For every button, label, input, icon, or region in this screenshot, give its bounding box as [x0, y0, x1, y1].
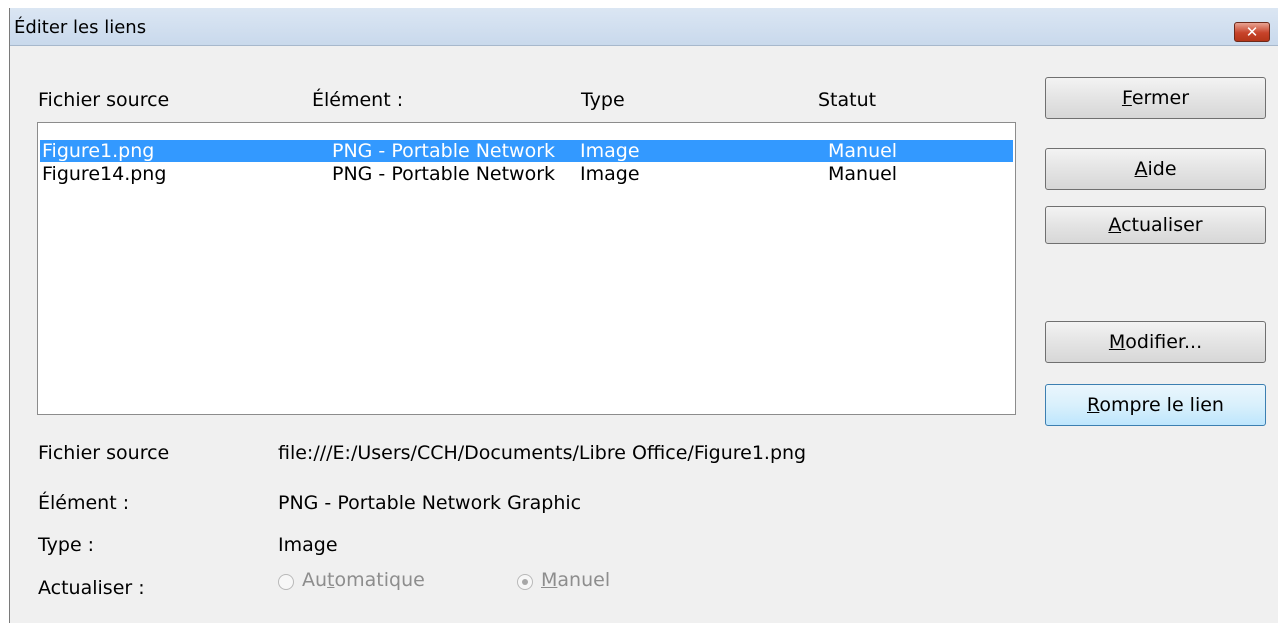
automatic-radio-label: Automatique: [302, 569, 425, 591]
close-button[interactable]: Fermer: [1045, 77, 1266, 119]
link-row[interactable]: Figure1.png PNG - Portable Network Image…: [40, 140, 1013, 162]
manual-radio-label: Manuel: [541, 569, 611, 591]
detail-element-label: Élément :: [38, 492, 130, 514]
detail-type-value: Image: [278, 534, 338, 556]
link-row[interactable]: Figure14.png PNG - Portable Network Imag…: [40, 163, 1013, 185]
edit-links-dialog: Éditer les liens ✕ Fichier source Élémen…: [9, 8, 1278, 623]
link-element: PNG - Portable Network: [332, 163, 556, 185]
column-header-type: Type: [581, 89, 625, 111]
detail-source-label: Fichier source: [38, 442, 170, 464]
close-icon: ✕: [1245, 23, 1259, 41]
detail-type-label: Type :: [38, 534, 95, 556]
help-button[interactable]: Aide: [1045, 148, 1266, 190]
link-type: Image: [580, 140, 640, 162]
column-header-source-file: Fichier source: [38, 89, 170, 111]
modify-button[interactable]: Modifier...: [1045, 321, 1266, 363]
detail-source-value: file:///E:/Users/CCH/Documents/Libre Off…: [278, 442, 807, 464]
update-mode-label: Actualiser :: [38, 577, 145, 599]
break-link-button[interactable]: Rompre le lien: [1045, 384, 1266, 426]
link-source: Figure1.png: [42, 140, 155, 162]
link-source: Figure14.png: [42, 163, 167, 185]
link-status: Manuel: [828, 163, 898, 185]
close-window-button[interactable]: ✕: [1234, 22, 1270, 42]
manual-radio[interactable]: [517, 574, 533, 590]
link-element: PNG - Portable Network: [332, 140, 556, 162]
dialog-title: Éditer les liens: [14, 17, 147, 38]
detail-element-value: PNG - Portable Network Graphic: [278, 492, 582, 514]
link-status: Manuel: [828, 140, 898, 162]
automatic-radio[interactable]: [278, 574, 294, 590]
link-type: Image: [580, 163, 640, 185]
update-button[interactable]: Actualiser: [1045, 206, 1266, 244]
column-header-status: Statut: [818, 89, 877, 111]
radio-selected-dot: [522, 579, 528, 585]
links-list[interactable]: Figure1.png PNG - Portable Network Image…: [37, 122, 1016, 415]
column-header-element: Élément :: [312, 89, 404, 111]
title-bar[interactable]: Éditer les liens ✕: [10, 8, 1278, 46]
